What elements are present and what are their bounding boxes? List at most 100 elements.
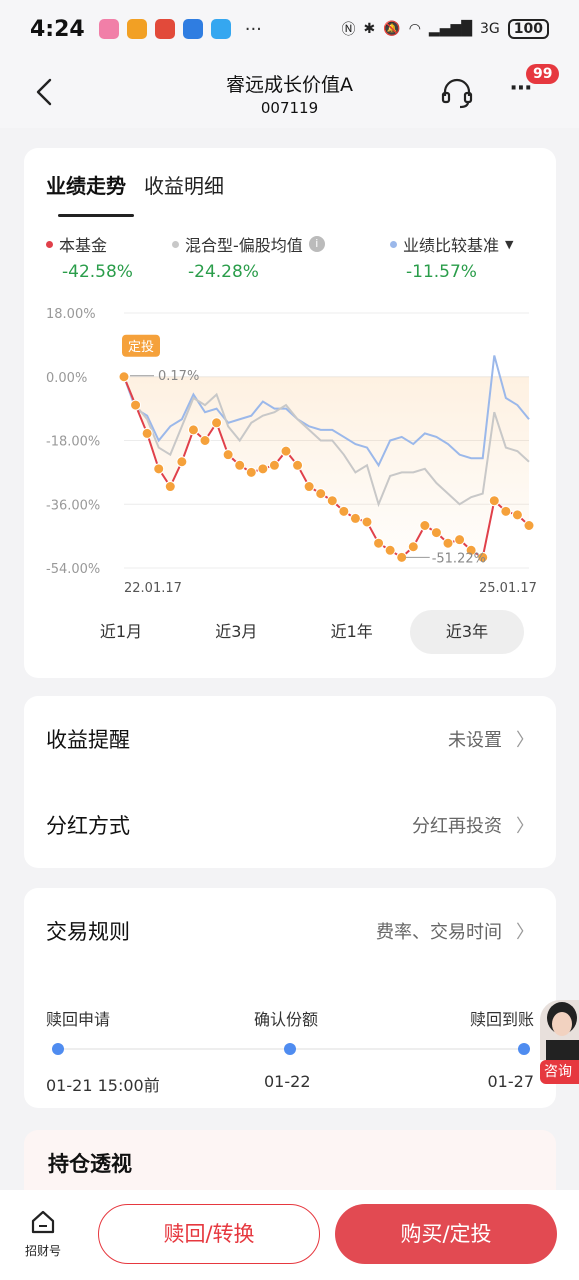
more-menu-button[interactable]: ⋯ 99 xyxy=(510,64,560,112)
consult-floating-button[interactable]: 咨询 xyxy=(540,1000,579,1094)
y-tick-label: -54.00% xyxy=(46,562,100,577)
bottom-action-bar: 招财号 赎回/转换 购买/定投 xyxy=(0,1190,579,1280)
step-date: 01-21 15:00前 xyxy=(46,1076,160,1095)
min-annotation-label: -51.22% xyxy=(432,551,486,566)
consult-label: 咨询 xyxy=(540,1060,579,1084)
home-button[interactable]: 招财号 xyxy=(18,1208,68,1259)
step-date: 01-22 xyxy=(264,1072,311,1091)
fund-investment-dot xyxy=(419,520,431,531)
back-icon[interactable] xyxy=(30,74,60,110)
app-notification-icon xyxy=(98,19,119,39)
trading-rules-title: 交易规则 xyxy=(46,920,130,944)
chart-tabs: 业绩走势 收益明细 xyxy=(46,170,224,199)
status-app-icons: ··· xyxy=(98,18,262,40)
reminder-label: 收益提醒 xyxy=(46,728,130,752)
legend-dot xyxy=(46,240,53,248)
performance-chart[interactable]: 18.00% 0.00% -18.00% -36.00% -54.00% 22.01.17… xyxy=(24,298,556,598)
chevron-right-icon: 〉 xyxy=(516,922,534,943)
tab-returns-detail[interactable]: 收益明细 xyxy=(144,170,224,199)
home-label: 招财号 xyxy=(24,1244,61,1258)
signal-icon: ▂▄▆█ xyxy=(428,21,472,37)
dividend-value: 分红再投资 xyxy=(412,816,502,837)
step-label: 赎回到账 xyxy=(469,1010,534,1029)
legend-item-category-average: 混合型-偏股均值 i -24.28% xyxy=(172,232,325,282)
fund-investment-dot xyxy=(245,466,257,478)
fund-investment-dot xyxy=(118,371,130,383)
trading-rules-value: 费率、交易时间 xyxy=(376,922,502,943)
chevron-right-icon: 〉 xyxy=(516,730,534,751)
fund-investment-dot xyxy=(199,435,211,446)
battery-icon: 100 xyxy=(507,19,549,39)
app-notification-icon xyxy=(154,19,175,39)
advisor-avatar xyxy=(540,1000,579,1060)
fund-investment-dot xyxy=(153,463,165,475)
reminder-row[interactable]: 收益提醒 未设置 〉 xyxy=(46,724,534,754)
message-badge: 99 xyxy=(526,64,560,84)
timeline-dot xyxy=(518,1043,530,1055)
fund-investment-dot xyxy=(222,449,234,461)
fund-investment-dot xyxy=(396,551,408,563)
info-icon[interactable]: i xyxy=(308,236,325,252)
fund-investment-dot xyxy=(292,459,304,471)
y-tick-label: -36.00% xyxy=(46,498,100,513)
app-notification-icon xyxy=(126,19,147,39)
fund-investment-dot xyxy=(268,459,280,471)
fund-investment-dot xyxy=(407,541,419,553)
time-range-selector: 近1月 近3月 近1年 近3年 xyxy=(64,610,524,654)
reminder-value: 未设置 xyxy=(448,730,502,751)
fund-investment-dot xyxy=(523,520,535,531)
fund-investment-dot xyxy=(373,537,385,549)
fund-investment-dot xyxy=(349,512,361,524)
legend-value: -24.28% xyxy=(188,262,259,282)
dividend-row[interactable]: 分红方式 分红再投资 〉 xyxy=(46,810,534,840)
x-tick-label: 25.01.17 xyxy=(479,581,537,596)
range-3-years[interactable]: 近3年 xyxy=(409,610,524,654)
legend-value: -11.57% xyxy=(406,262,477,282)
fund-investment-dot xyxy=(187,424,199,436)
range-1-year[interactable]: 近1年 xyxy=(295,610,409,654)
wifi-icon: ◠ xyxy=(408,21,421,37)
settings-card: 收益提醒 未设置 〉 分红方式 分红再投资 〉 xyxy=(24,696,556,868)
legend-label: 业绩比较基准 xyxy=(403,236,500,255)
step-label: 确认份额 xyxy=(254,1010,319,1029)
x-tick-label: 22.01.17 xyxy=(124,581,182,596)
fund-investment-dot xyxy=(338,505,350,517)
trading-rules-row[interactable]: 交易规则 费率、交易时间 〉 xyxy=(46,916,534,946)
timeline-dot xyxy=(284,1043,296,1055)
fund-code: 007119 xyxy=(260,98,319,117)
page-title: 睿远成长价值A 007119 xyxy=(226,70,353,117)
legend-dot xyxy=(390,240,397,248)
timeline-dot xyxy=(52,1043,64,1055)
y-tick-label: 0.00% xyxy=(46,371,87,386)
redeem-switch-button[interactable]: 赎回/转换 xyxy=(98,1204,320,1264)
legend-value: -42.58% xyxy=(62,262,133,282)
home-icon xyxy=(31,1210,55,1234)
start-tag-label: 定投 xyxy=(128,339,154,355)
legend-item-fund: 本基金 -42.58% xyxy=(46,232,133,282)
fund-investment-dot xyxy=(141,427,153,439)
legend-label: 混合型-偏股均值 xyxy=(185,236,303,255)
fund-investment-dot xyxy=(315,488,327,500)
range-3-months[interactable]: 近3月 xyxy=(179,610,293,654)
dividend-label: 分红方式 xyxy=(46,814,130,838)
headset-icon[interactable] xyxy=(440,76,474,110)
fund-investment-dot xyxy=(384,544,396,556)
step-label: 赎回申请 xyxy=(46,1010,111,1029)
buy-invest-button[interactable]: 购买/定投 xyxy=(335,1204,557,1264)
tab-performance[interactable]: 业绩走势 xyxy=(46,170,126,199)
max-annotation-label: 0.17% xyxy=(158,369,199,384)
fund-investment-dot xyxy=(303,481,315,493)
active-tab-indicator xyxy=(58,214,134,217)
performance-card: 业绩走势 收益明细 本基金 -42.58% 混合型-偏股均值 i -24.28% … xyxy=(24,148,556,678)
fund-investment-dot xyxy=(500,505,512,517)
app-notification-icon xyxy=(182,19,203,39)
status-more-icon: ··· xyxy=(244,18,262,40)
mute-icon: 🔕 xyxy=(383,21,401,37)
range-1-month[interactable]: 近1月 xyxy=(64,610,178,654)
status-indicators: Ⓝ ✱ 🔕 ◠ ▂▄▆█ 3G 100 xyxy=(342,19,549,39)
legend-item-benchmark[interactable]: 业绩比较基准 ▼ -11.57% xyxy=(390,232,513,282)
status-time: 4:24 xyxy=(30,16,85,42)
fund-investment-dot xyxy=(511,509,523,521)
fund-investment-dot xyxy=(361,516,373,528)
fund-investment-dot xyxy=(488,495,500,507)
